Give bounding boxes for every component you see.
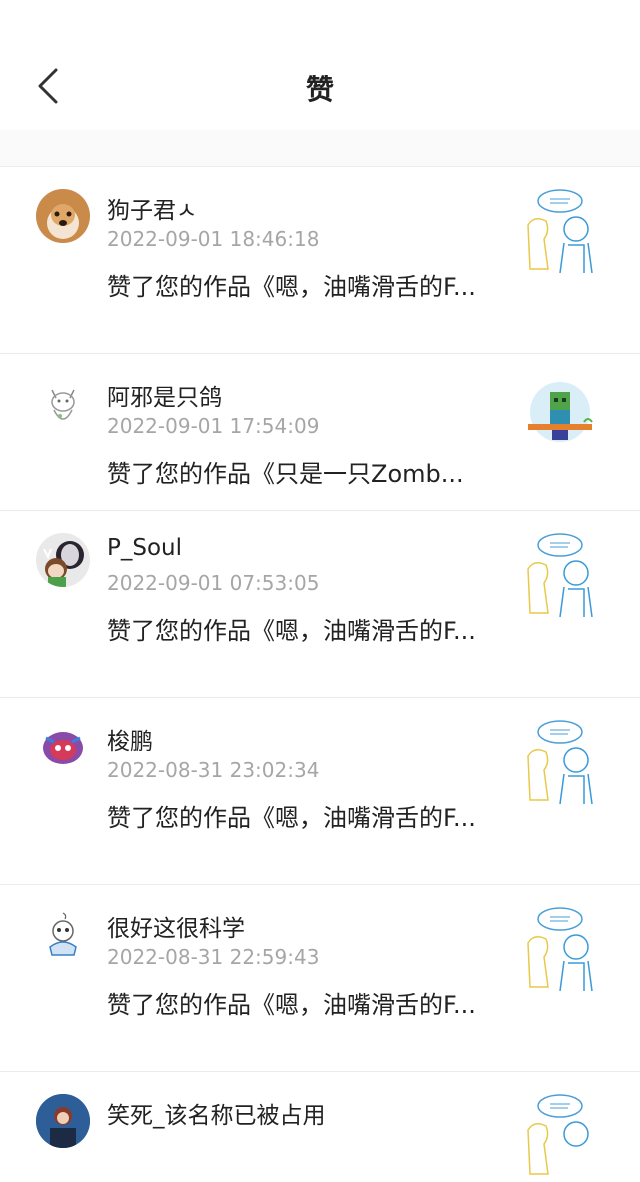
list-item[interactable]: 阿邪是只鸽 2022-09-01 17:54:09 赞了您的作品《只是一只Zom… — [0, 353, 640, 510]
sketch-artwork-icon[interactable] — [514, 529, 606, 621]
user-name[interactable]: 狗子君ㅅ — [107, 191, 197, 225]
anime-avatar-icon[interactable] — [36, 533, 90, 587]
like-message: 赞了您的作品《只是一只Zomb... — [107, 460, 464, 488]
sketch-artwork-icon[interactable] — [514, 716, 606, 808]
header-bar: 赞 — [0, 0, 640, 130]
likes-list: 狗子君ㅅ 2022-09-01 18:46:18 赞了您的作品《嗯，油嘴滑舌的F… — [0, 166, 640, 1175]
skeleton-avatar-icon[interactable] — [36, 907, 90, 961]
user-name[interactable]: 梭鹏 — [107, 722, 153, 756]
user-name[interactable]: 笑死_该名称已被占用 — [107, 1096, 326, 1130]
timestamp: 2022-09-01 07:53:05 — [107, 571, 320, 595]
sketch-artwork-icon[interactable] — [514, 903, 606, 995]
list-item[interactable]: 笑死_该名称已被占用 — [0, 1071, 640, 1175]
robot-avatar-icon[interactable] — [36, 720, 90, 774]
user-name[interactable]: P_Soul — [107, 535, 182, 561]
like-message: 赞了您的作品《嗯，油嘴滑舌的F... — [107, 991, 476, 1019]
timestamp: 2022-09-01 17:54:09 — [107, 414, 320, 438]
sketch-artwork-icon[interactable] — [514, 185, 606, 277]
timestamp: 2022-08-31 22:59:43 — [107, 945, 320, 969]
user-name[interactable]: 很好这很科学 — [107, 909, 245, 943]
like-message: 赞了您的作品《嗯，油嘴滑舌的F... — [107, 273, 476, 301]
list-item[interactable]: 狗子君ㅅ 2022-09-01 18:46:18 赞了您的作品《嗯，油嘴滑舌的F… — [0, 166, 640, 353]
like-message: 赞了您的作品《嗯，油嘴滑舌的F... — [107, 804, 476, 832]
list-item[interactable]: P_Soul 2022-09-01 07:53:05 赞了您的作品《嗯，油嘴滑舌… — [0, 510, 640, 697]
zombie-artwork-icon[interactable] — [514, 372, 606, 464]
header-divider — [0, 130, 640, 166]
dog-avatar-icon[interactable] — [36, 189, 90, 243]
sketch-artwork-icon[interactable] — [514, 1090, 606, 1182]
timestamp: 2022-08-31 23:02:34 — [107, 758, 320, 782]
person-avatar-icon[interactable] — [36, 1094, 90, 1148]
cat-sketch-avatar-icon[interactable] — [36, 376, 90, 430]
list-item[interactable]: 梭鹏 2022-08-31 23:02:34 赞了您的作品《嗯，油嘴滑舌的F..… — [0, 697, 640, 884]
list-item[interactable]: 很好这很科学 2022-08-31 22:59:43 赞了您的作品《嗯，油嘴滑舌… — [0, 884, 640, 1071]
timestamp: 2022-09-01 18:46:18 — [107, 227, 320, 251]
page-title: 赞 — [305, 73, 334, 106]
like-message: 赞了您的作品《嗯，油嘴滑舌的F... — [107, 617, 476, 645]
user-name[interactable]: 阿邪是只鸽 — [107, 378, 222, 412]
